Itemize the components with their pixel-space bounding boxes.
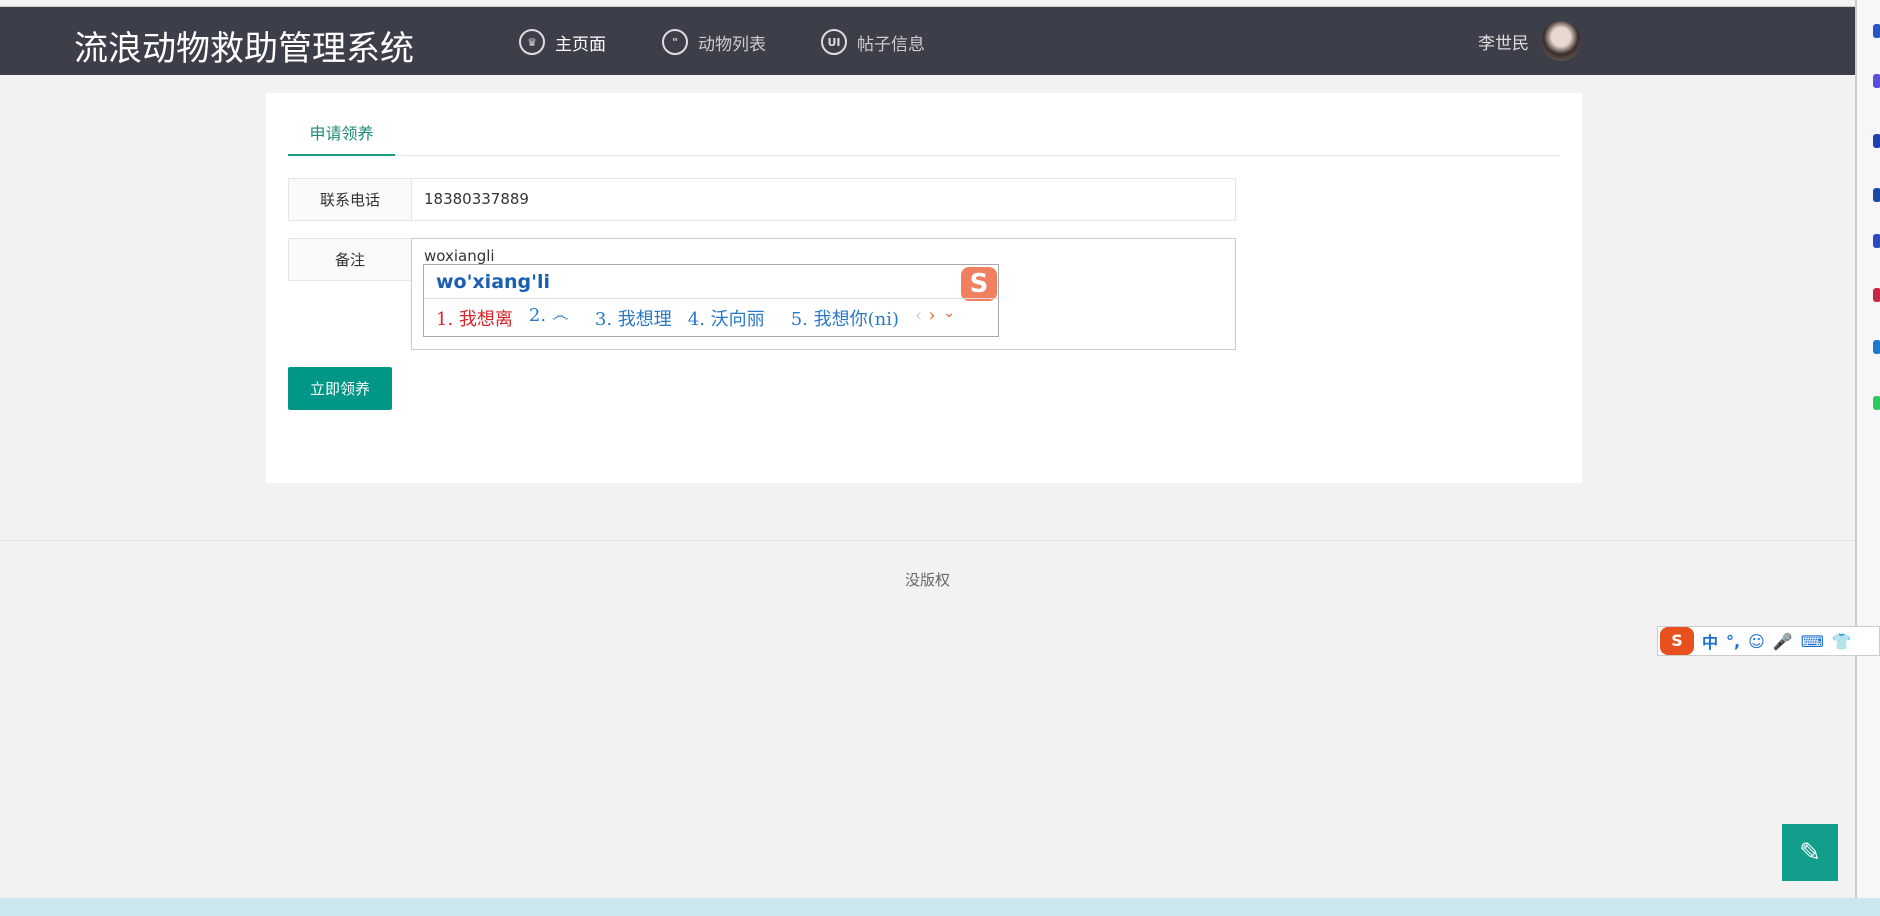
- ui-icon: UI: [821, 29, 847, 55]
- nav-animal-list[interactable]: " 动物列表: [662, 29, 766, 55]
- nav-label: 帖子信息: [857, 34, 925, 55]
- chinese-mode-toggle[interactable]: 中: [1702, 629, 1718, 653]
- avatar[interactable]: [1541, 21, 1581, 61]
- ime-candidate[interactable]: 5. 我想你(ni): [791, 305, 899, 331]
- ime-candidate-window: wo'xiang'li S 1. 我想离 2. ෴ 3. 我想理 4. 沃向丽 …: [423, 264, 999, 337]
- adopt-now-button[interactable]: 立即领养: [288, 367, 392, 410]
- ime-candidate[interactable]: 3. 我想理: [595, 305, 672, 331]
- sidebar-app-icon[interactable]: [1873, 188, 1880, 202]
- sogou-logo-icon: S: [961, 267, 997, 301]
- phone-input[interactable]: 18380337889: [411, 178, 1236, 221]
- ime-candidates: 1. 我想离 2. ෴ 3. 我想理 4. 沃向丽 5. 我想你(ni) ‹ ›…: [436, 305, 955, 331]
- sidebar-app-icon[interactable]: [1873, 340, 1880, 354]
- ime-divider: [424, 298, 998, 299]
- sidebar-app-icon[interactable]: [1873, 396, 1880, 410]
- ime-candidate[interactable]: 2. ෴: [529, 305, 569, 331]
- chat-icon: ": [662, 29, 688, 55]
- emoji-icon[interactable]: ☺: [1748, 632, 1765, 651]
- ime-toolbar: S 中 °, ☺ 🎤 ⌨ 👕: [1657, 626, 1880, 656]
- nav-label: 主页面: [555, 34, 606, 55]
- phone-label: 联系电话: [288, 178, 412, 221]
- sidebar-app-icon[interactable]: [1873, 24, 1880, 38]
- ime-candidate[interactable]: 1. 我想离: [436, 305, 513, 331]
- tab-active-indicator: [288, 154, 395, 156]
- tab-apply-adoption[interactable]: 申请领养: [288, 120, 395, 144]
- user-name[interactable]: 李世民: [1478, 29, 1529, 54]
- next-page-icon[interactable]: ›: [928, 305, 935, 331]
- browser-top-strip: [0, 0, 1855, 7]
- expand-icon[interactable]: ⌄: [943, 305, 955, 331]
- nav-label: 动物列表: [698, 34, 766, 55]
- microphone-icon[interactable]: 🎤: [1773, 632, 1793, 651]
- footer-text: 没版权: [904, 571, 950, 589]
- taskbar: [0, 898, 1880, 916]
- crown-icon: ♛: [519, 29, 545, 55]
- sogou-logo-icon[interactable]: S: [1660, 627, 1694, 655]
- tab-divider: [288, 155, 1560, 156]
- sidebar-app-icon[interactable]: [1873, 134, 1880, 148]
- punctuation-icon[interactable]: °,: [1726, 632, 1740, 651]
- keyboard-icon[interactable]: ⌨: [1801, 632, 1824, 651]
- prev-page-icon[interactable]: ‹: [915, 305, 922, 331]
- skin-icon[interactable]: 👕: [1832, 632, 1852, 651]
- footer-divider: [0, 540, 1855, 541]
- sidebar-app-icon[interactable]: [1873, 74, 1880, 88]
- nav-home[interactable]: ♛ 主页面: [519, 29, 606, 55]
- ime-pinyin: wo'xiang'li: [436, 271, 550, 293]
- edit-pencil-button[interactable]: ✎: [1782, 824, 1838, 881]
- sidebar-app-icon[interactable]: [1873, 288, 1880, 302]
- nav-posts[interactable]: UI 帖子信息: [821, 29, 925, 55]
- header: 流浪动物救助管理系统 ♛ 主页面 " 动物列表 UI 帖子信息 李世民: [0, 7, 1855, 75]
- app-title: 流浪动物救助管理系统: [74, 29, 414, 69]
- ime-candidate[interactable]: 4. 沃向丽: [688, 305, 765, 331]
- pencil-icon: ✎: [1799, 837, 1821, 868]
- sidebar-app-icon[interactable]: [1873, 234, 1880, 248]
- note-label: 备注: [288, 238, 412, 281]
